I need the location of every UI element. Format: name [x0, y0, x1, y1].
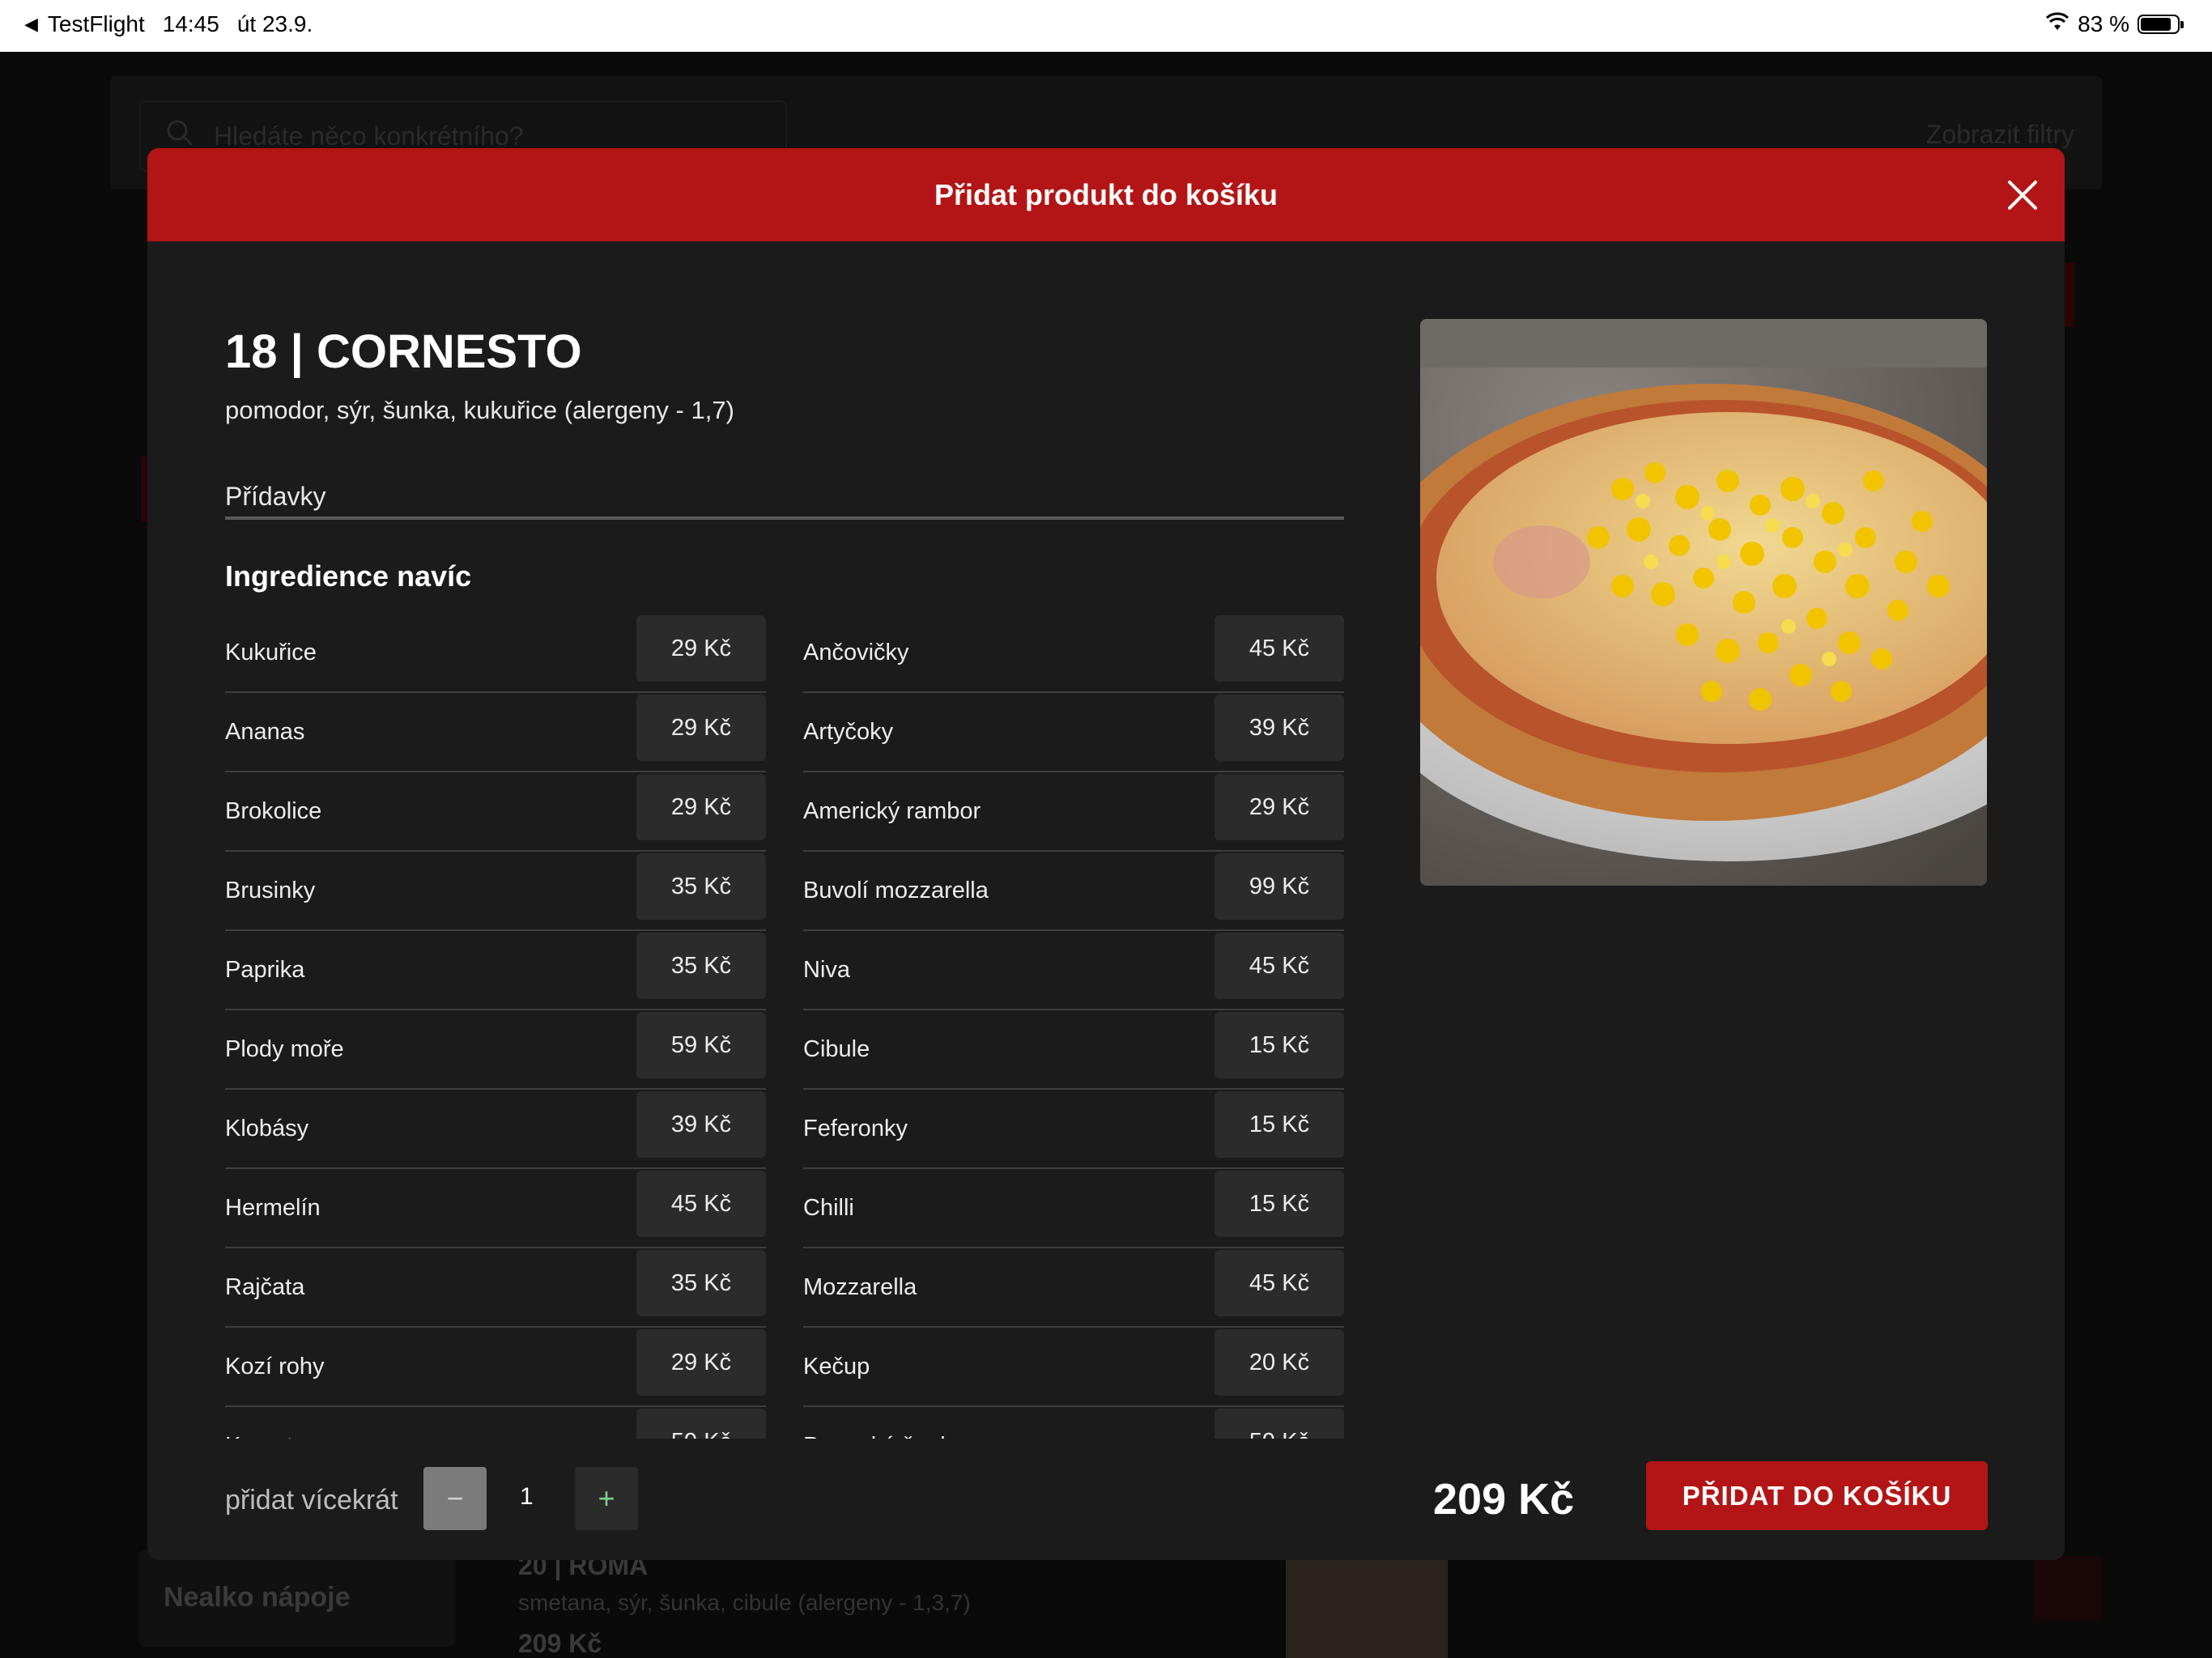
ingredient-row: Artyčoky 39 Kč [803, 693, 1344, 772]
product-description: pomodor, sýr, šunka, kukuřice (alergeny … [225, 396, 734, 424]
ingredient-row: Brokolice 29 Kč [225, 772, 766, 852]
ingredient-price-button[interactable]: 29 Kč [636, 1329, 766, 1396]
product-name: 18 | CORNESTO [225, 325, 582, 378]
ingredient-price-button[interactable]: 59 Kč [636, 1012, 766, 1078]
total-price: 209 Kč [1433, 1475, 1575, 1524]
ingredient-price-button[interactable]: 59 Kč [1214, 1409, 1344, 1439]
status-time: 14:45 [162, 11, 219, 36]
ingredient-name: Mozzarella [803, 1274, 917, 1300]
ingredient-price-button[interactable]: 35 Kč [636, 853, 766, 920]
background-category: Nealko nápoje [139, 1550, 455, 1647]
status-date: út 23.9. [236, 11, 313, 36]
ingredient-row: Chilli 15 Kč [803, 1169, 1344, 1248]
ingredient-name: Feferonky [803, 1116, 908, 1141]
ingredient-name: Buvolí mozzarella [803, 878, 989, 903]
ingredient-row: Buvolí mozzarella 99 Kč [803, 852, 1344, 931]
ingredient-row: Cibule 15 Kč [803, 1010, 1344, 1090]
add-multiple-label: přidat vícekrát [225, 1485, 398, 1516]
ingredient-row: Rajčata 35 Kč [225, 1248, 766, 1328]
status-bar: ◀ TestFlight 14:45 út 23.9. 83 % [0, 0, 2212, 52]
ingredient-row: Niva 45 Kč [803, 931, 1344, 1010]
ingredient-row: Ančovičky 45 Kč [803, 614, 1344, 693]
modal-footer: přidat vícekrát − 1 + 209 Kč PŘIDAT DO K… [147, 1439, 2065, 1560]
ingredient-row: Klobásy 39 Kč [225, 1090, 766, 1169]
background-item-price: 209 Kč [518, 1629, 602, 1658]
ingredient-name: Rajčata [225, 1274, 305, 1300]
battery-icon [2138, 15, 2184, 34]
background-item-desc: smetana, sýr, šunka, cibule (alergeny - … [518, 1590, 971, 1615]
battery-percent: 83 % [2078, 11, 2129, 36]
ingredient-row: Kozí rohy 29 Kč [225, 1328, 766, 1407]
background-filters-label: Zobrazit filtry [1925, 120, 2074, 149]
ingredient-name: Chilli [803, 1195, 854, 1221]
ingredient-row: Parmská šunka59 Kč [803, 1407, 1344, 1439]
ingredient-price-button[interactable]: 59 Kč [636, 1409, 766, 1439]
wifi-icon [2045, 11, 2069, 37]
product-image [1420, 319, 1987, 886]
back-app-label: TestFlight [47, 11, 145, 36]
ingredient-price-button[interactable]: 45 Kč [636, 1171, 766, 1237]
ingredient-row: Americký rambor 29 Kč [803, 772, 1344, 852]
back-arrow-icon: ◀ [24, 14, 38, 34]
ingredient-price-button[interactable]: 39 Kč [636, 1091, 766, 1158]
extra-ingredients-title: Ingredience navíc [225, 559, 472, 593]
ingredient-name: Paprika [225, 957, 305, 983]
ingredient-row: Brusinky 35 Kč [225, 852, 766, 931]
ingredient-row: Kukuřice 29 Kč [225, 614, 766, 693]
add-to-cart-button[interactable]: PŘIDAT DO KOŠÍKU [1646, 1461, 1988, 1530]
ingredient-price-button[interactable]: 45 Kč [1214, 933, 1344, 999]
ingredient-row: Feferonky 15 Kč [803, 1090, 1344, 1169]
ingredient-row: Plody moře 59 Kč [225, 1010, 766, 1090]
ingredient-name: Americký rambor [803, 798, 981, 824]
background-item-image [1286, 1558, 1448, 1658]
ingredient-name: Cibule [803, 1036, 870, 1062]
ingredient-price-button[interactable]: 29 Kč [1214, 774, 1344, 840]
ingredient-row: Paprika 35 Kč [225, 931, 766, 1010]
ingredient-name: Niva [803, 957, 851, 983]
ingredient-row: Krevety59 Kč [225, 1407, 766, 1439]
ingredient-price-button[interactable]: 15 Kč [1214, 1171, 1344, 1237]
ingredient-price-button[interactable]: 35 Kč [636, 933, 766, 999]
modal-title: Přidat produkt do košíku [934, 177, 1278, 211]
ingredient-price-button[interactable]: 45 Kč [1214, 615, 1344, 682]
close-icon[interactable] [2005, 177, 2040, 213]
background-item-button [2034, 1556, 2102, 1621]
back-to-app[interactable]: ◀ TestFlight [24, 11, 145, 37]
ingredient-price-button[interactable]: 39 Kč [1214, 695, 1344, 761]
extras-tab[interactable]: Přídavky [225, 482, 325, 512]
extra-ingredients-list: Kukuřice 29 Kč Ančovičky 45 Kč Ananas 29 Kč Ar… [225, 614, 1344, 1439]
quantity-value: 1 [520, 1483, 534, 1510]
decrease-quantity-button[interactable]: − [423, 1467, 487, 1530]
ingredient-price-button[interactable]: 15 Kč [1214, 1012, 1344, 1078]
modal-header: Přidat produkt do košíku [147, 148, 2065, 241]
ingredient-name: Brusinky [225, 878, 316, 903]
ingredient-name: Ananas [225, 719, 305, 745]
divider [225, 517, 1344, 520]
ingredient-name: Ančovičky [803, 640, 909, 665]
ingredient-row: Kečup 20 Kč [803, 1328, 1344, 1407]
ingredient-name: Hermelín [225, 1195, 321, 1221]
ingredient-price-button[interactable]: 29 Kč [636, 615, 766, 682]
ingredient-price-button[interactable]: 35 Kč [636, 1250, 766, 1316]
ingredient-row: Mozzarella 45 Kč [803, 1248, 1344, 1328]
ingredient-name: Kečup [803, 1354, 870, 1380]
background-search-placeholder: Hledáte něco konkrétního? [214, 121, 524, 151]
ingredient-price-button[interactable]: 29 Kč [636, 695, 766, 761]
ingredient-price-button[interactable]: 45 Kč [1214, 1250, 1344, 1316]
ingredient-name: Kozí rohy [225, 1354, 325, 1380]
ingredient-row: Hermelín 45 Kč [225, 1169, 766, 1248]
ingredient-row: Ananas 29 Kč [225, 693, 766, 772]
ingredient-price-button[interactable]: 15 Kč [1214, 1091, 1344, 1158]
ingredient-name: Brokolice [225, 798, 322, 824]
ingredient-price-button[interactable]: 99 Kč [1214, 853, 1344, 920]
ingredient-name: Artyčoky [803, 719, 894, 745]
ingredient-price-button[interactable]: 20 Kč [1214, 1329, 1344, 1396]
ingredient-name: Plody moře [225, 1036, 344, 1062]
increase-quantity-button[interactable]: + [575, 1467, 638, 1530]
ingredient-name: Klobásy [225, 1116, 309, 1141]
ingredient-price-button[interactable]: 29 Kč [636, 774, 766, 840]
ingredient-name: Kukuřice [225, 640, 317, 665]
add-to-cart-modal: Přidat produkt do košíku 18 | CORNESTO p… [147, 148, 2065, 1560]
